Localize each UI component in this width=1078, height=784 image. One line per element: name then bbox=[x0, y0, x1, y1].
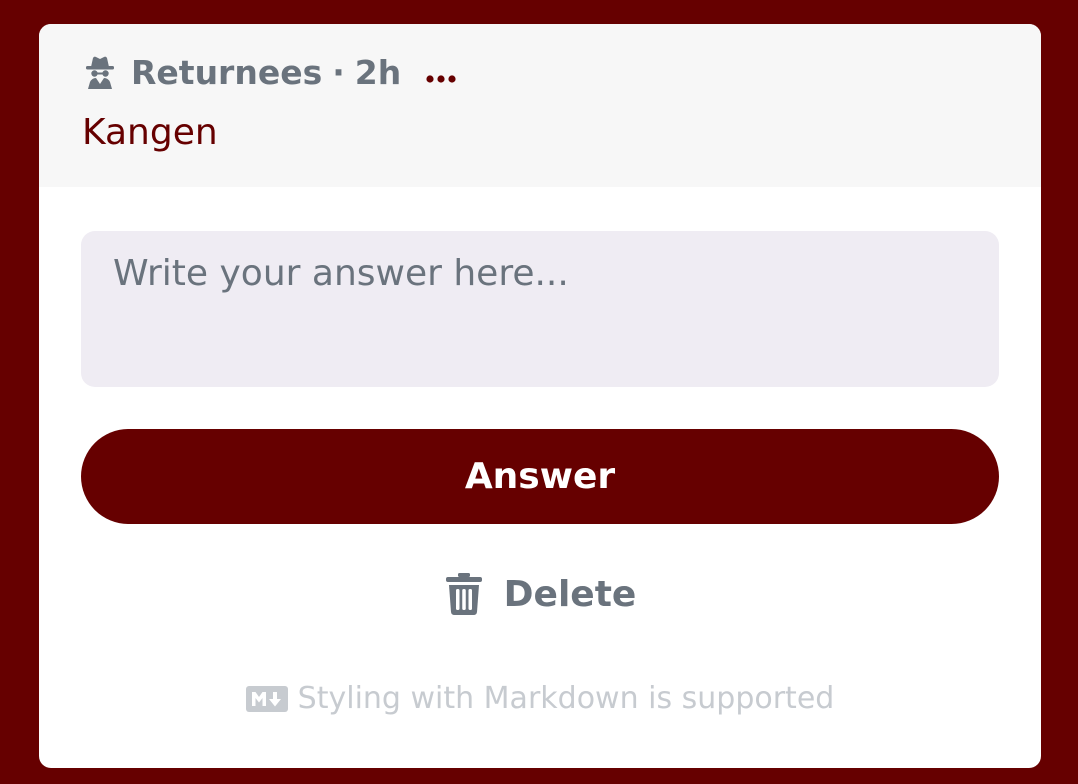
ellipsis-icon bbox=[425, 53, 457, 92]
markdown-icon bbox=[245, 685, 288, 712]
question-title[interactable]: Kangen bbox=[82, 112, 218, 153]
delete-label: Delete bbox=[503, 573, 637, 615]
markdown-note-text: Styling with Markdown is supported bbox=[297, 680, 835, 716]
meta-separator: · bbox=[332, 52, 345, 92]
answer-input[interactable] bbox=[81, 231, 999, 387]
author-name: Returnees bbox=[131, 52, 323, 92]
answer-button-label: Answer bbox=[464, 456, 616, 497]
post-time: 2h bbox=[354, 52, 402, 92]
post-header: Returnees · 2h Kangen bbox=[39, 24, 1041, 187]
delete-button[interactable]: Delete bbox=[39, 564, 1041, 624]
markdown-hint: Styling with Markdown is supported bbox=[39, 674, 1041, 722]
spy-icon bbox=[81, 53, 119, 91]
trash-icon bbox=[444, 572, 484, 616]
post-meta: Returnees · 2h bbox=[81, 52, 457, 92]
answer-card: Returnees · 2h Kangen Answer bbox=[39, 24, 1041, 768]
more-options-button[interactable] bbox=[425, 52, 457, 92]
answer-button[interactable]: Answer bbox=[81, 429, 999, 524]
